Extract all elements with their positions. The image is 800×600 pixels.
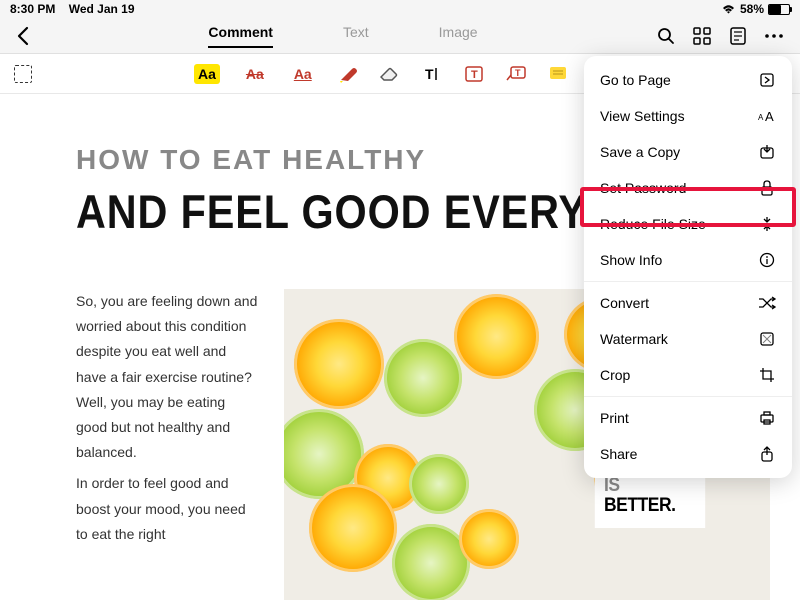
wifi-icon: [721, 4, 736, 15]
status-bar: 8:30 PM Wed Jan 19 58%: [0, 0, 800, 18]
more-options-menu: Go to Page View Settings AA Save a Copy …: [584, 56, 792, 478]
marker-tool[interactable]: [338, 64, 358, 84]
tab-comment[interactable]: Comment: [208, 24, 273, 48]
tab-image[interactable]: Image: [439, 24, 478, 48]
print-icon: [758, 409, 776, 427]
menu-label: Watermark: [600, 331, 668, 347]
menu-crop[interactable]: Crop: [584, 357, 792, 393]
menu-label: Save a Copy: [600, 144, 680, 160]
menu-watermark[interactable]: Watermark: [584, 321, 792, 357]
menu-label: View Settings: [600, 108, 685, 124]
share-icon: [758, 445, 776, 463]
menu-label: Reduce File Size: [600, 216, 706, 232]
menu-share[interactable]: Share: [584, 436, 792, 472]
header-bar: Comment Text Image: [0, 18, 800, 54]
battery-pct: 58%: [740, 2, 764, 16]
menu-save-copy[interactable]: Save a Copy: [584, 134, 792, 170]
menu-view-settings[interactable]: View Settings AA: [584, 98, 792, 134]
menu-convert[interactable]: Convert: [584, 285, 792, 321]
status-time: 8:30 PM: [10, 2, 55, 16]
menu-label: Show Info: [600, 252, 662, 268]
document-paragraph-1: So, you are feeling down and worried abo…: [76, 289, 260, 465]
document-text-column: So, you are feeling down and worried abo…: [76, 289, 260, 600]
status-right: 58%: [721, 2, 790, 16]
menu-label: Go to Page: [600, 72, 671, 88]
highlight-tool[interactable]: Aa: [194, 64, 220, 84]
menu-divider: [584, 281, 792, 282]
page-view-icon[interactable]: [728, 26, 748, 46]
svg-text:A: A: [765, 109, 774, 123]
menu-divider: [584, 396, 792, 397]
back-button[interactable]: [16, 26, 30, 46]
note-tool[interactable]: [548, 64, 568, 84]
menu-label: Crop: [600, 367, 630, 383]
svg-text:A: A: [758, 113, 764, 122]
underline-tool[interactable]: Aa: [290, 64, 316, 84]
status-date: Wed Jan 19: [69, 2, 135, 16]
menu-go-to-page[interactable]: Go to Page: [584, 62, 792, 98]
text-size-icon: AA: [758, 107, 776, 125]
search-icon[interactable]: [656, 26, 676, 46]
tab-text[interactable]: Text: [343, 24, 369, 48]
grid-view-icon[interactable]: [692, 26, 712, 46]
svg-text:T: T: [425, 66, 434, 82]
menu-label: Share: [600, 446, 637, 462]
svg-text:T: T: [471, 69, 478, 81]
header-tabs: Comment Text Image: [30, 24, 656, 48]
shuffle-icon: [758, 294, 776, 312]
header-actions: [656, 26, 784, 46]
callout-tool[interactable]: T: [506, 64, 526, 84]
lock-icon: [758, 179, 776, 197]
selection-tool[interactable]: [14, 65, 32, 83]
svg-text:T: T: [515, 68, 521, 78]
menu-set-password[interactable]: Set Password: [584, 170, 792, 206]
text-box-tool[interactable]: T: [464, 64, 484, 84]
watermark-icon: [758, 330, 776, 348]
menu-reduce-file-size[interactable]: Reduce File Size: [584, 206, 792, 242]
eraser-tool[interactable]: [380, 64, 400, 84]
document-paragraph-2: In order to feel good and boost your moo…: [76, 471, 260, 547]
save-icon: [758, 143, 776, 161]
text-tool[interactable]: T: [422, 64, 442, 84]
menu-label: Set Password: [600, 180, 686, 196]
goto-icon: [758, 71, 776, 89]
info-icon: [758, 251, 776, 269]
crop-icon: [758, 366, 776, 384]
more-options-icon[interactable]: [764, 26, 784, 46]
menu-show-info[interactable]: Show Info: [584, 242, 792, 278]
compress-icon: [758, 215, 776, 233]
status-left: 8:30 PM Wed Jan 19: [10, 2, 135, 16]
menu-label: Print: [600, 410, 629, 426]
menu-label: Convert: [600, 295, 649, 311]
menu-print[interactable]: Print: [584, 400, 792, 436]
strikethrough-tool[interactable]: Aa: [242, 64, 268, 84]
battery-icon: [768, 4, 790, 15]
